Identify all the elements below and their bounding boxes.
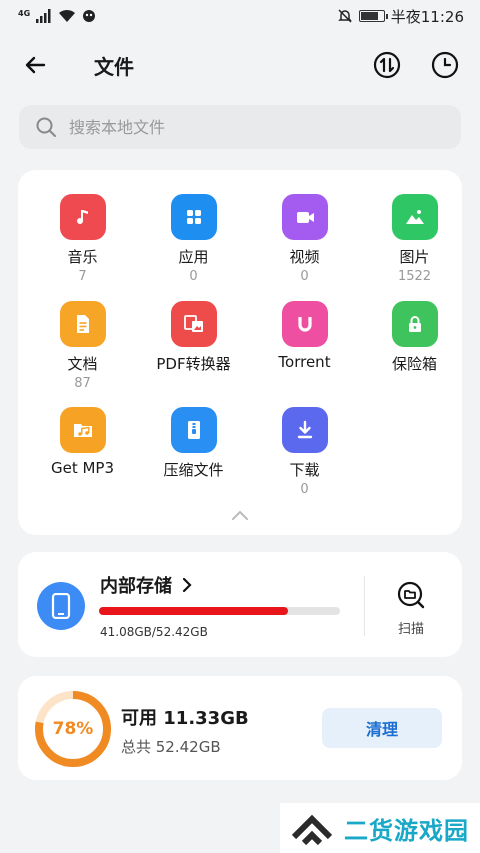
search-bar[interactable] — [19, 105, 461, 149]
storage-progress-fill — [99, 607, 288, 615]
usage-percent: 78% — [52, 719, 94, 739]
category-magnet[interactable]: Torrent — [249, 301, 360, 371]
search-input[interactable] — [69, 117, 409, 137]
category-download[interactable]: 下载 0 — [249, 407, 360, 497]
category-label: 图片 — [399, 248, 430, 266]
chevron-right-icon — [182, 577, 192, 593]
total-space: 总共 52.42GB — [121, 738, 221, 756]
music-icon — [59, 194, 106, 240]
storage-progress-bar — [99, 607, 340, 615]
recent-button[interactable] — [430, 50, 460, 80]
status-right: 半夜11:26 — [337, 6, 464, 27]
pdf-converter-icon — [170, 301, 217, 347]
category-count: 87 — [74, 376, 91, 391]
arrow-left-icon — [25, 56, 46, 74]
sort-arrows-icon — [373, 51, 401, 79]
category-count: 1522 — [397, 269, 432, 284]
clock-icon — [431, 51, 459, 79]
category-count: 0 — [300, 482, 309, 497]
wifi-icon — [59, 9, 76, 22]
watermark: 二货游戏园 — [280, 803, 480, 853]
status-bar: 4G 半夜11:26 — [0, 0, 480, 32]
category-label: 音乐 — [67, 248, 98, 266]
available-space-card: 78% 可用 11.33GB 总共 52.42GB 清理 — [18, 676, 462, 780]
category-document[interactable]: 文档 87 — [27, 301, 138, 391]
scan-button[interactable]: 扫描 — [383, 580, 439, 637]
zip-icon — [170, 407, 217, 453]
mute-bell-icon — [337, 9, 352, 23]
category-mp3[interactable]: Get MP3 — [27, 407, 138, 477]
available-space: 可用 11.33GB — [121, 708, 249, 729]
divider — [364, 576, 365, 636]
category-count: 0 — [189, 269, 198, 284]
storage-title[interactable]: 内部存储 — [100, 572, 192, 598]
chevron-up-icon[interactable] — [230, 508, 250, 522]
category-label: PDF转换器 — [156, 355, 231, 373]
storage-title-label: 内部存储 — [100, 576, 172, 597]
folder-search-icon — [397, 581, 425, 609]
magnet-icon — [281, 301, 328, 347]
sort-button[interactable] — [372, 50, 402, 80]
category-zip[interactable]: 压缩文件 — [138, 407, 249, 480]
category-music[interactable]: 音乐 7 — [27, 194, 138, 284]
site-logo-icon — [291, 814, 333, 845]
category-count: 7 — [78, 269, 87, 284]
download-icon — [281, 407, 328, 453]
page-title: 文件 — [94, 54, 134, 79]
category-label: 文档 — [67, 355, 98, 373]
phone-icon — [37, 582, 85, 630]
back-button[interactable] — [20, 49, 52, 81]
apps-icon — [170, 194, 217, 240]
mp3-icon — [59, 407, 106, 453]
category-video[interactable]: 视频 0 — [249, 194, 360, 284]
category-label: 压缩文件 — [163, 461, 224, 479]
video-icon — [281, 194, 328, 240]
status-left: 4G — [18, 9, 96, 23]
scan-label: 扫描 — [397, 622, 424, 637]
category-label: 视频 — [289, 248, 320, 266]
network-type: 4G — [18, 8, 31, 18]
clock: 半夜11:26 — [390, 7, 464, 26]
category-label: 保险箱 — [391, 355, 437, 373]
category-label: Get MP3 — [50, 459, 115, 477]
internal-storage-card[interactable]: 内部存储 41.08GB/52.42GB 扫描 — [18, 552, 462, 657]
search-icon — [36, 117, 56, 137]
header-actions — [372, 50, 460, 80]
category-card: 音乐 7 应用 0 视频 0 图片 1522 文档 87 PDF转换器 Torrent 保险箱 Get M… — [18, 170, 462, 535]
category-image[interactable]: 图片 1522 — [359, 194, 470, 284]
document-icon — [59, 301, 106, 347]
category-label: Torrent — [278, 353, 331, 371]
signal-icon — [36, 9, 51, 23]
category-label: 应用 — [178, 248, 209, 266]
notification-app-icon — [83, 10, 96, 22]
image-icon — [391, 194, 438, 240]
category-count: 0 — [300, 269, 309, 284]
clean-button[interactable]: 清理 — [322, 708, 442, 748]
category-pdf-converter[interactable]: PDF转换器 — [138, 301, 249, 374]
category-label: 下载 — [289, 461, 320, 479]
category-apps[interactable]: 应用 0 — [138, 194, 249, 284]
category-lock[interactable]: 保险箱 — [359, 301, 470, 374]
lock-icon — [391, 301, 438, 347]
watermark-text: 二货游戏园 — [344, 816, 469, 845]
battery-icon — [358, 10, 388, 22]
app-header: 文件 — [0, 40, 480, 90]
storage-usage: 41.08GB/52.42GB — [100, 625, 208, 639]
